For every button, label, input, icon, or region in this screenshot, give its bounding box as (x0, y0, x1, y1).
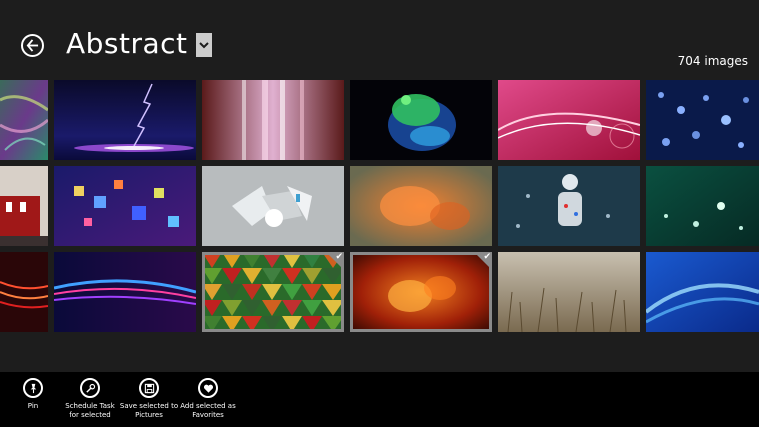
save-icon (139, 378, 159, 398)
app-bar: Pin Schedule Task for selected Save sele… (0, 372, 759, 427)
back-arrow-icon (26, 39, 39, 52)
heart-icon (198, 378, 218, 398)
tile-swirl[interactable] (0, 80, 48, 160)
tile-purple-waves[interactable] (54, 252, 196, 332)
tile-fire-blur[interactable]: ✔ (350, 252, 492, 332)
tile-dotted-figure[interactable] (498, 166, 640, 246)
tile-orange-blur[interactable] (350, 166, 492, 246)
tile-green-splash[interactable] (350, 80, 492, 160)
pin-label: Pin (27, 402, 39, 410)
schedule-task-label: Schedule Task for selected (65, 402, 115, 419)
wrench-icon (80, 378, 100, 398)
tile-green-drops[interactable] (646, 166, 759, 246)
add-favorites-button[interactable]: Add selected as Favorites (176, 378, 240, 420)
tile-red-house[interactable] (0, 166, 48, 246)
category-dropdown[interactable] (196, 33, 212, 57)
image-count: 704 images (677, 54, 748, 68)
tile-light-streaks[interactable] (202, 80, 344, 160)
tile-lightning[interactable] (54, 80, 196, 160)
pin-icon (23, 378, 43, 398)
tile-water-drops[interactable] (646, 80, 759, 160)
tile-pink-waves[interactable] (498, 80, 640, 160)
page-title: Abstract (66, 27, 188, 60)
checkmark-icon: ✔ (335, 252, 343, 262)
back-button[interactable] (21, 34, 44, 57)
tile-blue-swoosh[interactable] (646, 252, 759, 332)
tile-grass-field[interactable] (498, 252, 640, 332)
save-to-pictures-label: Save selected to Pictures (119, 402, 179, 419)
chevron-down-icon (199, 42, 209, 49)
tile-triangle-mosaic[interactable]: ✔ (202, 252, 344, 332)
save-to-pictures-button[interactable]: Save selected to Pictures (117, 378, 181, 420)
tile-blue-cubes[interactable] (54, 166, 196, 246)
tile-grey-shards[interactable] (202, 166, 344, 246)
image-grid: ✔ ✔ (0, 80, 759, 332)
pin-button[interactable]: Pin (1, 378, 65, 411)
tile-red-streaks[interactable] (0, 252, 48, 332)
schedule-task-button[interactable]: Schedule Task for selected (58, 378, 122, 420)
add-favorites-label: Add selected as Favorites (180, 402, 236, 419)
app-window: Abstract 704 images ✔ ✔ Pin Schedule Tas… (0, 0, 759, 427)
checkmark-icon: ✔ (483, 252, 491, 262)
